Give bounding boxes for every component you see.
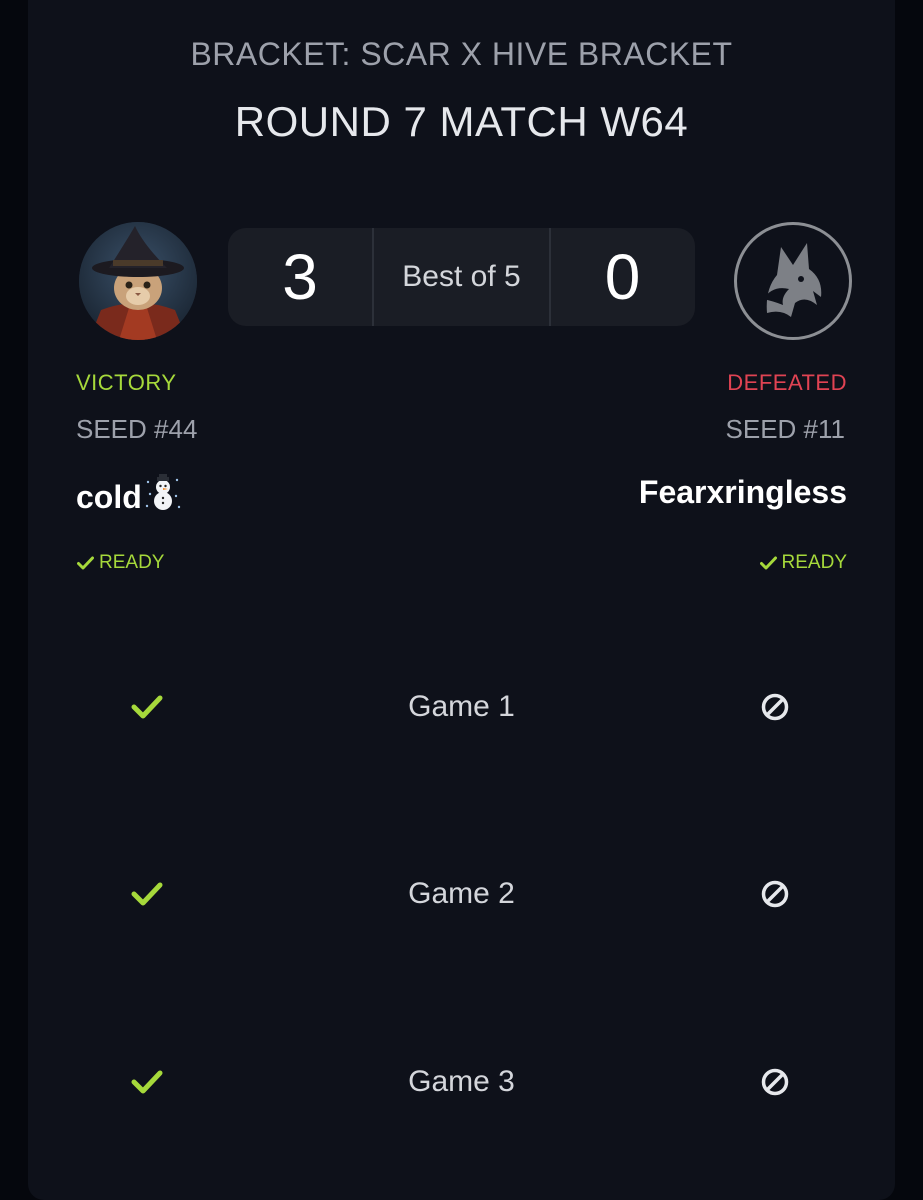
wizard-cat-avatar-icon [79,222,197,340]
ready-label: READY [781,552,847,573]
snowman-icon [144,474,182,520]
player1-result: VICTORY [76,370,177,395]
best-of-label: Best of 5 [402,260,521,293]
ban-icon [761,693,789,721]
ready-label: READY [99,552,165,573]
player1-name[interactable]: cold [76,474,182,520]
check-icon [759,556,777,570]
bracket-label: BRACKET: SCAR X HIVE BRACKET [190,36,733,72]
player2-seed: SEED #11 [725,414,845,444]
player1-ready-status: READY [77,552,164,574]
match-title: ROUND 7 MATCH W64 [234,98,689,145]
game-row[interactable]: Game 1 [0,677,923,737]
player1-avatar[interactable] [79,222,197,340]
scoreboard: 3 Best of 5 0 [228,228,695,326]
player2-result: DEFEATED [727,370,847,395]
match-card [28,0,895,1200]
wolf-mascot-avatar-icon [763,243,822,317]
player1-score: 3 [282,241,318,313]
ban-icon [761,1068,789,1096]
check-icon [77,556,94,570]
player2-name-text: Fearxringless [638,474,847,510]
player2-ready-status: READY [759,552,847,574]
game-row[interactable]: Game 2 [0,864,923,924]
player1-name-text: cold [76,478,142,515]
player2-name[interactable]: Fearxringless [639,474,847,511]
player2-score: 0 [604,241,641,313]
player1-seed: SEED #44 [76,414,198,444]
player2-avatar[interactable] [734,222,852,340]
game-row[interactable]: Game 3 [0,1052,923,1112]
ban-icon [761,880,789,908]
